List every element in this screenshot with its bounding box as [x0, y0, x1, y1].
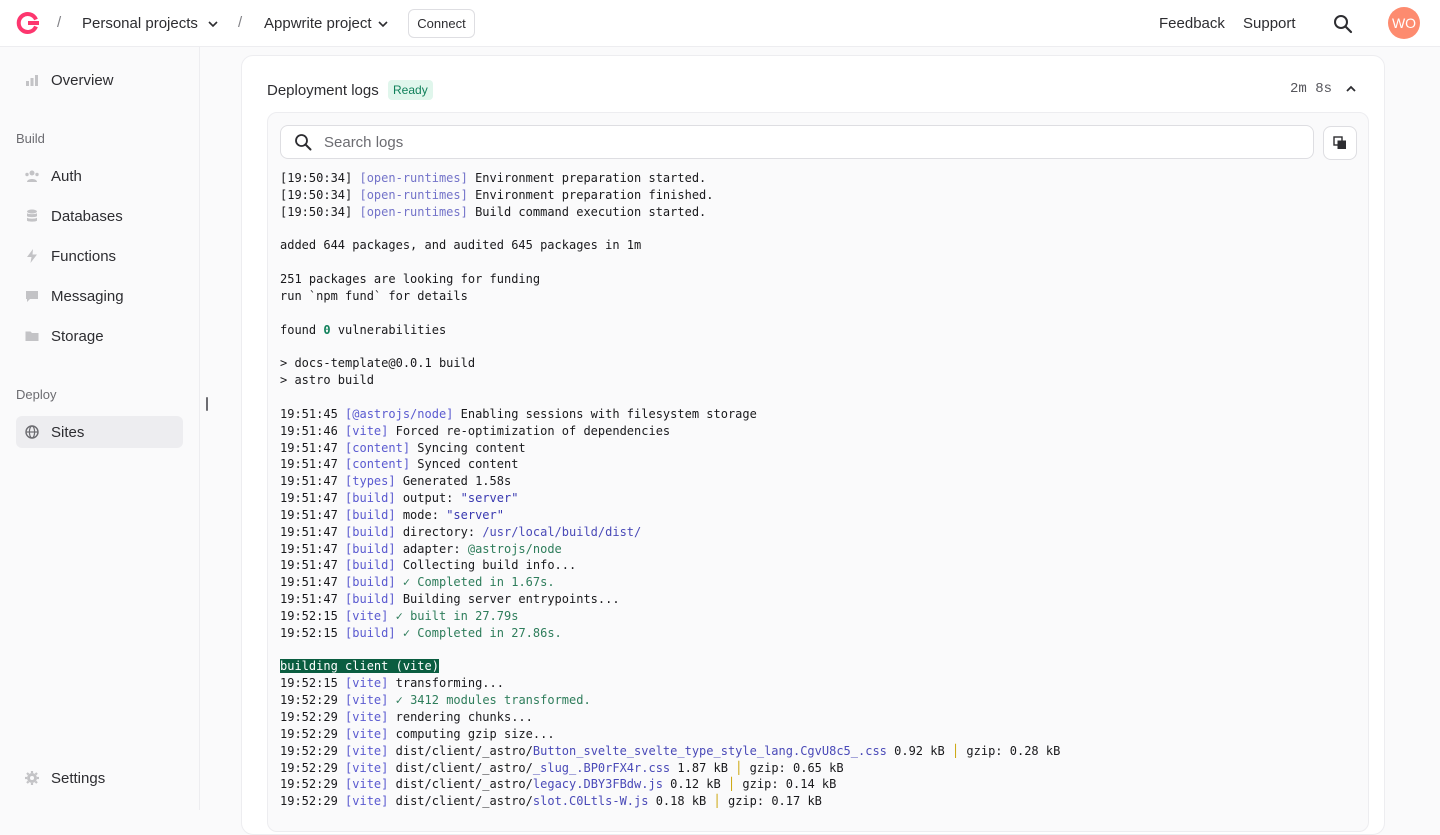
log-line: [19:50:34] [open-runtimes] Environment p…: [280, 171, 707, 185]
sidebar-item-storage[interactable]: Storage: [16, 320, 183, 352]
sidebar-item-sites[interactable]: Sites: [16, 416, 183, 448]
breadcrumb-organization[interactable]: Personal projects: [82, 15, 218, 32]
avatar[interactable]: WO: [1388, 7, 1420, 39]
gear-icon: [25, 771, 39, 785]
sidebar-item-settings[interactable]: Settings: [16, 762, 183, 794]
log-line: 19:52:29 [vite] computing gzip size...: [280, 726, 555, 741]
log-line: 19:51:47 [build] Building server entrypo…: [280, 592, 620, 607]
deployment-logs-card: Deployment logs Ready 2m 8s [19:50:34] […: [241, 55, 1385, 835]
search-icon[interactable]: [1333, 14, 1353, 34]
sidebar-item-auth[interactable]: Auth: [16, 160, 183, 192]
breadcrumb-project[interactable]: Appwrite project: [264, 15, 388, 32]
lightning-icon: [27, 249, 37, 263]
status-badge: Ready: [388, 80, 433, 100]
breadcrumb-project-label: Appwrite project: [264, 15, 372, 32]
log-line: 19:51:45 [@astrojs/node] Enabling sessio…: [280, 406, 757, 421]
log-line: building client (vite): [280, 659, 439, 674]
connect-button[interactable]: Connect: [408, 9, 475, 38]
log-line: 19:52:29 [vite] dist/client/_astro/slot.…: [280, 794, 822, 809]
chat-icon: [26, 291, 38, 302]
sidebar-item-label: Overview: [51, 71, 114, 89]
sidebar-item-label: Storage: [51, 327, 104, 345]
deployment-duration: 2m 8s: [1290, 81, 1333, 97]
sidebar-resize-handle[interactable]: [206, 397, 208, 411]
chevron-down-icon: [377, 20, 388, 27]
support-link[interactable]: Support: [1243, 15, 1296, 32]
chevron-up-icon[interactable]: [1345, 83, 1357, 95]
log-line: > docs-template@0.0.1 build: [280, 356, 476, 371]
sidebar-item-label: Functions: [51, 247, 117, 265]
sidebar-item-messaging[interactable]: Messaging: [16, 280, 183, 312]
sidebar-item-label: Auth: [51, 167, 82, 185]
log-line: 19:52:29 [vite] dist/client/_astro/Butto…: [280, 743, 1061, 758]
log-panel[interactable]: [19:50:34] [open-runtimes] Environment p…: [267, 112, 1369, 832]
feedback-link[interactable]: Feedback: [1159, 15, 1225, 32]
log-line: 19:52:29 [vite] dist/client/_astro/legac…: [280, 777, 837, 792]
globe-icon: [25, 425, 39, 439]
sidebar-item-label: Messaging: [51, 287, 124, 305]
log-line: 19:51:47 [build] mode: "server": [280, 507, 504, 522]
log-line: 19:51:47 [build] directory: /usr/local/b…: [280, 524, 642, 539]
sidebar-item-label: Databases: [51, 207, 123, 225]
sidebar-item-functions[interactable]: Functions: [16, 240, 183, 272]
log-line: found 0 vulnerabilities: [280, 322, 447, 337]
log-line: 19:51:47 [build] output: "server": [280, 491, 519, 506]
log-line: 251 packages are looking for funding: [280, 272, 541, 287]
sidebar-section-build: Build: [16, 131, 45, 146]
copy-logs-button[interactable]: [1323, 126, 1357, 160]
log-line: 19:52:15 [vite] transforming...: [280, 676, 504, 691]
folder-icon: [25, 331, 39, 341]
log-line: [19:50:34] [open-runtimes] Environment p…: [280, 187, 714, 202]
deployment-logs-title: Deployment logs: [267, 82, 379, 99]
chevron-down-icon: [208, 20, 218, 27]
log-search-box[interactable]: [280, 125, 1314, 159]
log-line: 19:51:47 [types] Generated 1.58s: [280, 474, 512, 489]
breadcrumb-separator: /: [57, 14, 62, 31]
log-line: 19:51:47 [build] Collecting build info..…: [280, 558, 577, 573]
breadcrumb-separator: /: [238, 14, 243, 31]
top-bar: / Personal projects / Appwrite project C…: [0, 0, 1440, 47]
sidebar: Overview Build Auth Databases Functions …: [0, 47, 200, 810]
users-icon: [25, 170, 39, 182]
log-line: 19:52:29 [vite] rendering chunks...: [280, 710, 533, 724]
sidebar-item-databases[interactable]: Databases: [16, 200, 183, 232]
appwrite-logo-icon[interactable]: [16, 11, 40, 35]
log-line: 19:52:15 [build] ✓ Completed in 27.86s.: [280, 625, 562, 640]
bar-chart-icon: [26, 75, 38, 86]
log-line: > astro build: [280, 373, 374, 388]
log-output: [19:50:34] [open-runtimes] Environment p…: [280, 170, 1360, 810]
log-line: 19:51:46 [vite] Forced re-optimization o…: [280, 423, 671, 438]
log-line: run `npm fund` for details: [280, 288, 468, 303]
log-line: 19:51:47 [build] ✓ Completed in 1.67s.: [280, 575, 555, 590]
sidebar-item-overview[interactable]: Overview: [16, 64, 183, 96]
log-line: [19:50:34] [open-runtimes] Build command…: [280, 204, 707, 219]
copy-icon: [1333, 136, 1346, 149]
sidebar-section-deploy: Deploy: [16, 387, 57, 402]
sidebar-item-label: Sites: [51, 423, 85, 441]
log-search-input[interactable]: [324, 133, 1224, 151]
database-icon: [27, 209, 37, 222]
log-line: 19:52:29 [vite] ✓ 3412 modules transform…: [280, 693, 591, 708]
log-line: 19:52:29 [vite] dist/client/_astro/_slug…: [280, 760, 844, 775]
log-line: added 644 packages, and audited 645 pack…: [280, 238, 642, 253]
log-line: 19:52:15 [vite] ✓ built in 27.79s: [280, 608, 519, 623]
breadcrumb-organization-label: Personal projects: [82, 15, 198, 32]
log-line: 19:51:47 [content] Syncing content: [280, 440, 526, 455]
log-line: 19:51:47 [build] adapter: @astrojs/node: [280, 541, 562, 556]
sidebar-item-label: Settings: [51, 769, 106, 787]
log-line: 19:51:47 [content] Synced content: [280, 457, 519, 472]
search-icon: [295, 134, 312, 151]
